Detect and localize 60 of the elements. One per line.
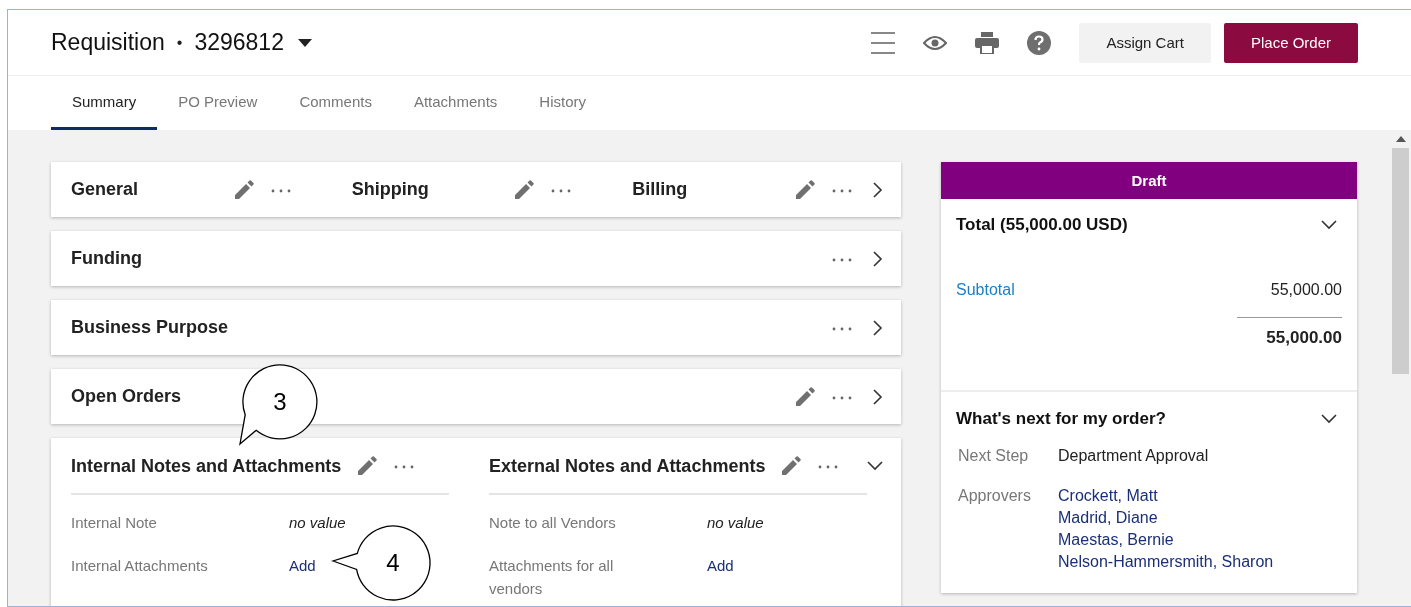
- requisition-number: 3296812: [194, 29, 284, 56]
- section-title: Billing: [632, 179, 688, 200]
- chevron-right-icon[interactable]: [873, 388, 883, 405]
- chevron-down-icon[interactable]: [867, 461, 883, 471]
- chevron-right-icon[interactable]: [873, 319, 883, 336]
- field-label: Internal Note: [71, 513, 158, 533]
- section-title: General: [71, 179, 139, 200]
- pencil-icon[interactable]: [794, 385, 816, 408]
- total-amount: 55,000.00: [1266, 328, 1342, 347]
- field-value: no value: [707, 513, 764, 533]
- approver-link[interactable]: Madrid, Diane: [1058, 509, 1342, 527]
- place-order-button[interactable]: Place Order: [1223, 22, 1358, 63]
- tab[interactable]: Comments: [278, 76, 393, 130]
- field-label: Attachments for all vendors: [489, 556, 615, 599]
- help-icon[interactable]: [1027, 30, 1052, 55]
- pencil-icon[interactable]: [232, 178, 255, 201]
- add-link[interactable]: Add: [707, 554, 734, 600]
- separator-dot: •: [176, 33, 183, 52]
- section-title: External Notes and Attachments: [489, 455, 766, 477]
- section-title: Total (55,000.00 USD): [956, 215, 1128, 235]
- pencil-icon[interactable]: [356, 455, 379, 477]
- assign-cart-button[interactable]: Assign Cart: [1079, 22, 1211, 63]
- scroll-up-icon[interactable]: [1395, 136, 1406, 142]
- approver-link[interactable]: Maestas, Bernie: [1058, 531, 1342, 549]
- approver-link[interactable]: Nelson-Hammersmith, Sharon: [1058, 553, 1342, 571]
- chevron-down-icon[interactable]: [1321, 414, 1337, 424]
- section-title: Funding: [71, 248, 142, 269]
- field-label: Internal Attachments: [71, 556, 209, 576]
- pencil-icon[interactable]: [513, 178, 536, 201]
- approver-link[interactable]: Crockett, Matt: [1058, 487, 1342, 505]
- eye-icon[interactable]: [923, 34, 948, 51]
- chevron-right-icon[interactable]: [873, 181, 883, 198]
- subtotal-link[interactable]: Subtotal: [956, 281, 1015, 299]
- caret-down-icon[interactable]: [297, 38, 312, 47]
- field-value: no value: [289, 513, 346, 533]
- field-value: Department Approval: [1058, 447, 1210, 465]
- field-label: Note to all Vendors: [489, 513, 617, 533]
- section-title: Business Purpose: [71, 317, 229, 338]
- tab[interactable]: PO Preview: [157, 76, 279, 130]
- pencil-icon[interactable]: [794, 178, 816, 201]
- menu-icon[interactable]: [871, 31, 896, 54]
- subtotal-amount: 55,000.00: [1270, 281, 1342, 299]
- chevron-right-icon[interactable]: [873, 250, 883, 267]
- tab[interactable]: History: [518, 76, 607, 130]
- printer-icon[interactable]: [975, 31, 1000, 54]
- section-title: What's next for my order?: [956, 409, 1166, 429]
- add-link[interactable]: Add: [289, 554, 316, 577]
- section-title: Open Orders: [71, 386, 182, 407]
- section-title: Internal Notes and Attachments: [71, 455, 342, 477]
- section-title: Shipping: [351, 179, 429, 200]
- tab[interactable]: Attachments: [392, 76, 519, 130]
- callout-number: 3: [273, 388, 287, 415]
- field-label: Next Step: [958, 447, 1030, 465]
- field-label: Approvers: [958, 487, 1032, 506]
- callout-number: 4: [386, 549, 400, 576]
- status-banner: Draft: [941, 162, 1357, 199]
- chevron-down-icon[interactable]: [1321, 220, 1337, 230]
- pencil-icon[interactable]: [780, 455, 803, 477]
- page-title: Requisition: [51, 29, 165, 56]
- scrollbar-thumb[interactable]: [1392, 148, 1409, 374]
